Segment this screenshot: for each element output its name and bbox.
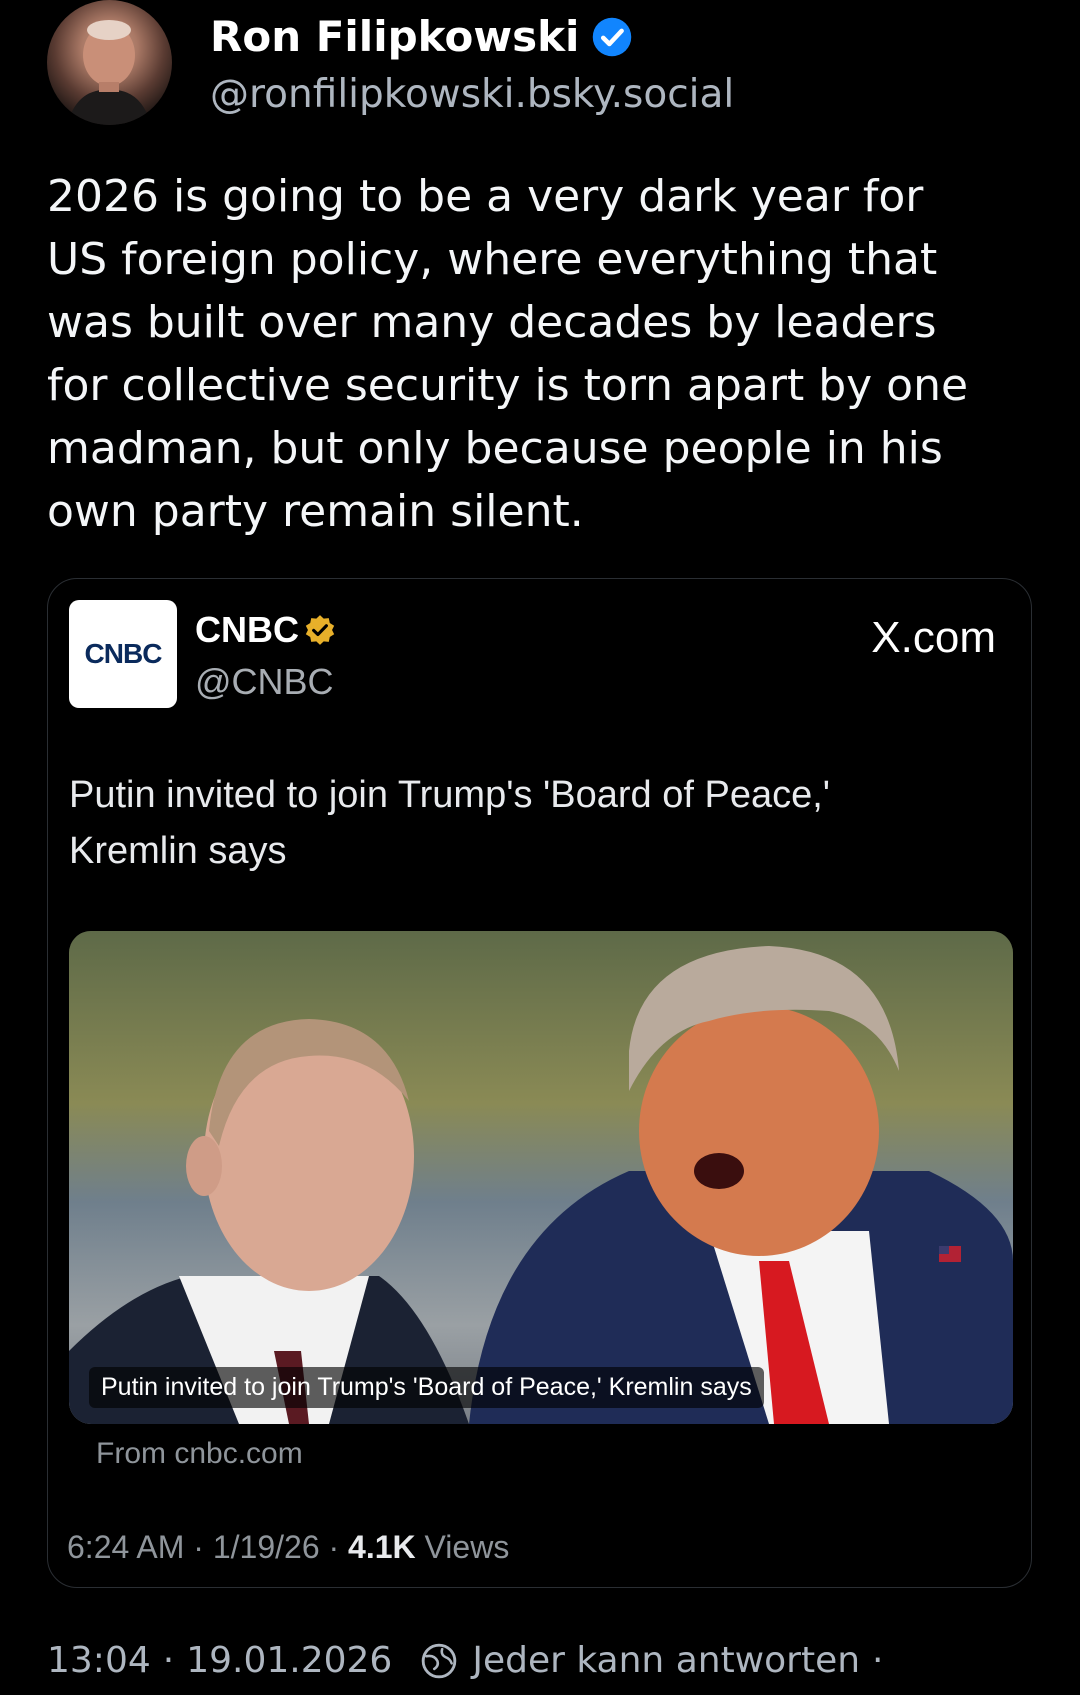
trailing-dot: ·	[872, 1640, 884, 1681]
verified-check-icon	[593, 17, 632, 56]
post-time: 13:04	[47, 1640, 151, 1681]
embed-views-count: 4.1K	[348, 1529, 416, 1565]
embed-account-name: CNBC	[195, 609, 337, 651]
embed-news-image[interactable]: Putin invited to join Trump's 'Board of …	[69, 931, 1013, 1424]
embed-views-label: Views	[424, 1529, 510, 1565]
embed-date: 1/19/26	[212, 1529, 320, 1565]
embed-time: 6:24 AM	[67, 1529, 185, 1565]
embedded-post-card[interactable]: CNBC CNBC @CNBC X.com Putin invited to j…	[47, 578, 1032, 1588]
post-footer: 13:04 · 19.01.2026 Jeder kann antworten …	[47, 1640, 884, 1681]
author-avatar[interactable]	[47, 0, 172, 125]
author-name[interactable]: Ron Filipkowski	[210, 12, 633, 61]
embed-headline: Putin invited to join Trump's 'Board of …	[69, 774, 831, 872]
image-caption: Putin invited to join Trump's 'Board of …	[89, 1367, 764, 1408]
post-text: 2026 is going to be a very dark year for…	[47, 171, 969, 537]
source-domain: From cnbc.com	[96, 1437, 303, 1470]
embed-meta: 6:24 AM · 1/19/26 · 4.1K Views	[67, 1529, 510, 1565]
embed-account-handle: @CNBC	[195, 661, 334, 702]
post-date: 19.01.2026	[186, 1640, 393, 1681]
cnbc-logo: CNBC	[69, 600, 177, 708]
reply-setting-label[interactable]: Jeder kann antworten	[472, 1640, 860, 1681]
author-handle[interactable]: @ronfilipkowski.bsky.social	[210, 72, 734, 117]
reply-setting-icon[interactable]	[420, 1642, 458, 1680]
source-site-label: X.com	[871, 613, 996, 662]
author-name-text: Ron Filipkowski	[210, 12, 580, 61]
gold-verified-icon	[305, 615, 335, 645]
embed-account-name-text: CNBC	[195, 609, 299, 650]
